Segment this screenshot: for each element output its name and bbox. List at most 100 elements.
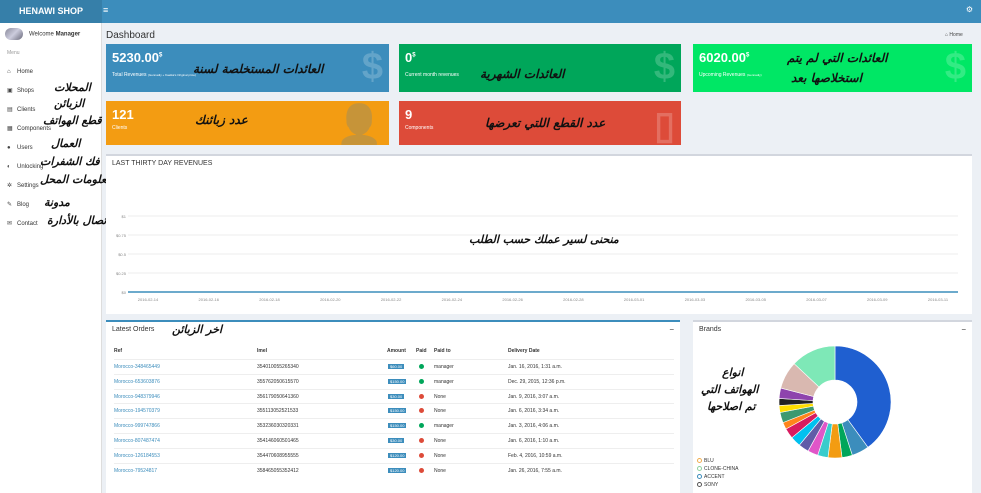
imel-cell: 356179050641360 — [257, 393, 299, 400]
orders-col-header: Amount — [387, 348, 406, 354]
collapse-icon[interactable]: − — [961, 325, 966, 334]
legend-item[interactable]: CLONE-CHINA — [697, 466, 738, 472]
stat-value: 6020.00$ — [699, 50, 750, 65]
delivery-date-cell: Feb. 4, 2016, 10:59 a.m. — [508, 452, 563, 459]
order-ref-link[interactable]: Morocco-999747866 — [114, 423, 160, 429]
user-icon: 👤 — [335, 104, 383, 145]
delivery-date-cell: Jan. 9, 2016, 3:07 a.m. — [508, 393, 560, 400]
sidebar-item-label: Clients — [17, 106, 36, 113]
sidebar-item-label: Blog — [17, 201, 30, 208]
legend-item[interactable]: ACCENT — [697, 474, 725, 480]
table-row: Morocco-194570379 355113052521533 $150.00 N… — [114, 403, 674, 417]
collapse-icon[interactable]: − — [669, 325, 674, 334]
paid-status-dot — [419, 438, 424, 443]
stat-label: Clients — [112, 125, 128, 131]
brands-pie-chart — [778, 345, 892, 459]
paid-to-cell: None — [434, 452, 446, 459]
sidebar-item-label: Users — [17, 144, 33, 151]
legend-swatch — [697, 482, 702, 488]
legend-label: ACCENT — [704, 474, 725, 480]
dollar-icon: $ — [653, 46, 675, 88]
x-tick-label: 2016-03-01 — [624, 297, 645, 302]
stat-value: 9 — [405, 107, 413, 122]
order-ref-link[interactable]: Morocco-79524817 — [114, 468, 157, 474]
sidebar-item-home[interactable]: ⌂ Home — [0, 62, 102, 81]
order-ref-link[interactable]: Morocco-126184553 — [114, 453, 160, 459]
x-tick-label: 2016-02-22 — [381, 297, 402, 302]
paid-to-cell: manager — [434, 378, 454, 385]
paid-to-cell: None — [434, 438, 446, 444]
amount-badge: $30.00 — [388, 438, 405, 443]
order-ref-link[interactable]: Morocco-807487474 — [114, 438, 160, 444]
paid-status-dot — [419, 364, 424, 369]
amount-badge: $150.00 — [388, 378, 407, 384]
annotation-monthly: العائدات الشهرية — [480, 67, 565, 81]
legend-swatch — [697, 466, 702, 472]
y-tick-label: $0.75 — [116, 233, 127, 238]
order-ref-link[interactable]: Morocco-653603876 — [114, 379, 160, 385]
annotation-components-count: عدد القطع اللتي تعرضها — [485, 116, 606, 130]
phone-icon: ▯ — [654, 105, 675, 145]
paid-status-dot — [419, 452, 424, 458]
annotation-brands-3: تم اصلاحها — [707, 400, 756, 413]
annotation-clients: الزبائن — [54, 97, 85, 110]
stat-value: 121 — [112, 107, 134, 122]
legend-item[interactable]: BLU — [697, 458, 714, 464]
legend-item[interactable]: SONY — [697, 482, 718, 488]
annotation-brands-1: انواع — [722, 366, 744, 379]
stat-value: 0$ — [405, 50, 416, 65]
breadcrumb[interactable]: ⌂ Home — [945, 32, 963, 38]
paid-status-dot — [419, 393, 424, 399]
stat-label: Total Revenues (Gennadiy + Kaelka's Orig… — [112, 72, 196, 78]
annotation-brands-2: الهواتف التي — [701, 383, 759, 396]
settings-icon[interactable]: ⚙ — [966, 5, 973, 14]
x-tick-label: 2016-03-03 — [685, 297, 706, 302]
paid-to-cell: None — [434, 467, 446, 474]
order-ref-link[interactable]: Morocco-194570379 — [114, 408, 160, 414]
clients-icon: ▤ — [7, 107, 13, 113]
brands-title: Brands — [699, 326, 722, 333]
x-tick-label: 2016-02-28 — [563, 297, 584, 302]
unlock-icon: ◐ — [7, 163, 11, 170]
legend-label: CLONE-CHINA — [704, 466, 739, 472]
sidebar-item-label: Contact — [17, 220, 38, 227]
menu-heading: Menu — [7, 50, 20, 56]
delivery-date-cell: Jan. 26, 2016, 7:55 a.m. — [508, 467, 562, 474]
table-row: Morocco-948379946 356179050641360 $30.00 No… — [114, 388, 674, 403]
stat-label: Components — [405, 125, 434, 131]
x-tick-label: 2016-02-26 — [502, 297, 523, 302]
legend-label: BLU — [704, 458, 714, 464]
y-tick-label: $0.25 — [116, 271, 127, 276]
order-ref-link[interactable]: Morocco-348465449 — [114, 364, 160, 370]
imel-cell: 358465055352412 — [257, 467, 299, 474]
annotation-upcoming-2: استخلاصها بعد — [791, 71, 862, 85]
top-navbar: HENAWI SHOP ≡ ⚙ — [0, 0, 981, 23]
stat-value: 5230.00$ — [112, 50, 163, 65]
x-tick-label: 2016-02-14 — [138, 297, 159, 302]
x-tick-label: 2016-03-09 — [867, 297, 888, 302]
paid-to-cell: None — [434, 408, 446, 415]
x-tick-label: 2016-02-16 — [199, 297, 220, 302]
order-ref-link[interactable]: Morocco-948379946 — [114, 394, 160, 400]
annotation-chart: منحنى لسير عملك حسب الطلب — [469, 233, 619, 246]
grid-icon: ▦ — [7, 126, 13, 132]
paid-status-dot — [419, 467, 424, 473]
table-row: Morocco-79524817 358465055352412 $120.00 No… — [114, 462, 674, 477]
annotation-shops: المحلات — [54, 81, 91, 94]
paid-status-dot — [419, 423, 424, 429]
x-tick-label: 2016-02-18 — [259, 297, 280, 302]
amount-badge: $120.00 — [388, 467, 407, 473]
imel-cell: 355113052521533 — [257, 408, 299, 415]
app-logo[interactable]: HENAWI SHOP — [0, 0, 102, 23]
mail-icon: ✉ — [7, 221, 13, 227]
annotation-contact: اتصال بالأدارة — [47, 214, 110, 227]
table-row: Morocco-999747866 353236030320331 $150.00 m… — [114, 418, 674, 432]
sidebar-item-label: Settings — [17, 182, 39, 189]
delivery-date-cell: Jan. 6, 2016, 3:34 a.m. — [508, 408, 560, 415]
paid-to-cell: manager — [434, 423, 454, 430]
menu-toggle-icon[interactable]: ≡ — [103, 5, 108, 15]
annotation-components: قطع الهواتف — [43, 114, 102, 127]
orders-col-header: Delivery Date — [508, 348, 540, 354]
legend-label: SONY — [704, 482, 719, 488]
home-icon: ⌂ — [7, 68, 11, 75]
